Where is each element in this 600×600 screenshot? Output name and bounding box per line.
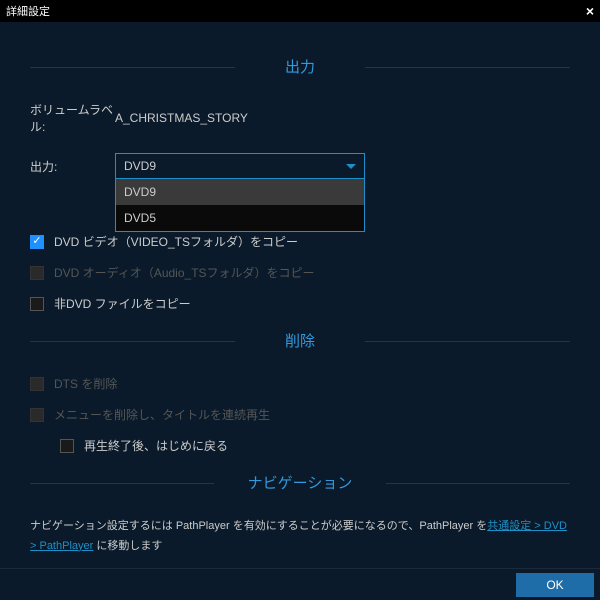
checkbox-menu-label: メニューを削除し、タイトルを連続再生 (54, 406, 270, 423)
checkbox-dts-label: DTS を削除 (54, 375, 117, 392)
checkbox-video-label: DVD ビデオ（VIDEO_TSフォルダ）をコピー (54, 233, 298, 250)
output-dest-label: 出力: (30, 158, 115, 175)
ok-button[interactable]: OK (516, 573, 594, 597)
checkbox-menu (30, 408, 44, 422)
checkbox-row-menu: メニューを削除し、タイトルを連続再生 (30, 406, 570, 423)
checkbox-nondvd-label: 非DVD ファイルをコピー (54, 295, 191, 312)
checkbox-row-dts: DTS を削除 (30, 375, 570, 392)
section-remove-header: 削除 (30, 330, 570, 351)
output-dropdown-list: DVD9 DVD5 (115, 179, 365, 232)
checkbox-nondvd[interactable] (30, 297, 44, 311)
titlebar: 詳細設定 × (0, 0, 600, 22)
output-dropdown-wrap: DVD9 DVD9 DVD5 (115, 153, 365, 179)
checkbox-row-loop[interactable]: 再生終了後、はじめに戻る (60, 437, 570, 454)
section-nav-header: ナビゲーション (30, 472, 570, 493)
output-dropdown[interactable]: DVD9 (115, 153, 365, 179)
nav-text-2: に移動します (93, 540, 162, 552)
dropdown-option-dvd9[interactable]: DVD9 (116, 179, 364, 205)
checkbox-dts (30, 377, 44, 391)
volume-label-text: ボリュームラベル: (30, 101, 115, 135)
checkbox-row-audio: DVD オーディオ（Audio_TSフォルダ）をコピー (30, 264, 570, 281)
checkbox-loop[interactable] (60, 439, 74, 453)
checkbox-loop-label: 再生終了後、はじめに戻る (84, 437, 228, 454)
dropdown-option-dvd5[interactable]: DVD5 (116, 205, 364, 231)
checkbox-row-video[interactable]: DVD ビデオ（VIDEO_TSフォルダ）をコピー (30, 233, 570, 250)
output-dropdown-value: DVD9 (124, 159, 156, 173)
section-output-header: 出力 (30, 56, 570, 77)
content: 出力 ボリュームラベル: A_CHRISTMAS_STORY 出力: DVD9 … (0, 22, 600, 557)
volume-label-value: A_CHRISTMAS_STORY (115, 111, 248, 125)
window-title: 詳細設定 (6, 3, 50, 19)
checkbox-row-nondvd[interactable]: 非DVD ファイルをコピー (30, 295, 570, 312)
checkbox-video[interactable] (30, 235, 44, 249)
checkbox-audio (30, 266, 44, 280)
output-dest-row: 出力: DVD9 DVD9 DVD5 (30, 153, 570, 179)
close-icon[interactable]: × (586, 3, 594, 19)
chevron-down-icon (346, 164, 356, 169)
volume-label-row: ボリュームラベル: A_CHRISTMAS_STORY (30, 101, 570, 135)
footer: OK (0, 568, 600, 600)
nav-text-1: ナビゲーション設定するには PathPlayer を有効にすることが必要になるの… (30, 520, 487, 532)
checkbox-audio-label: DVD オーディオ（Audio_TSフォルダ）をコピー (54, 264, 315, 281)
nav-text: ナビゲーション設定するには PathPlayer を有効にすることが必要になるの… (30, 517, 570, 557)
